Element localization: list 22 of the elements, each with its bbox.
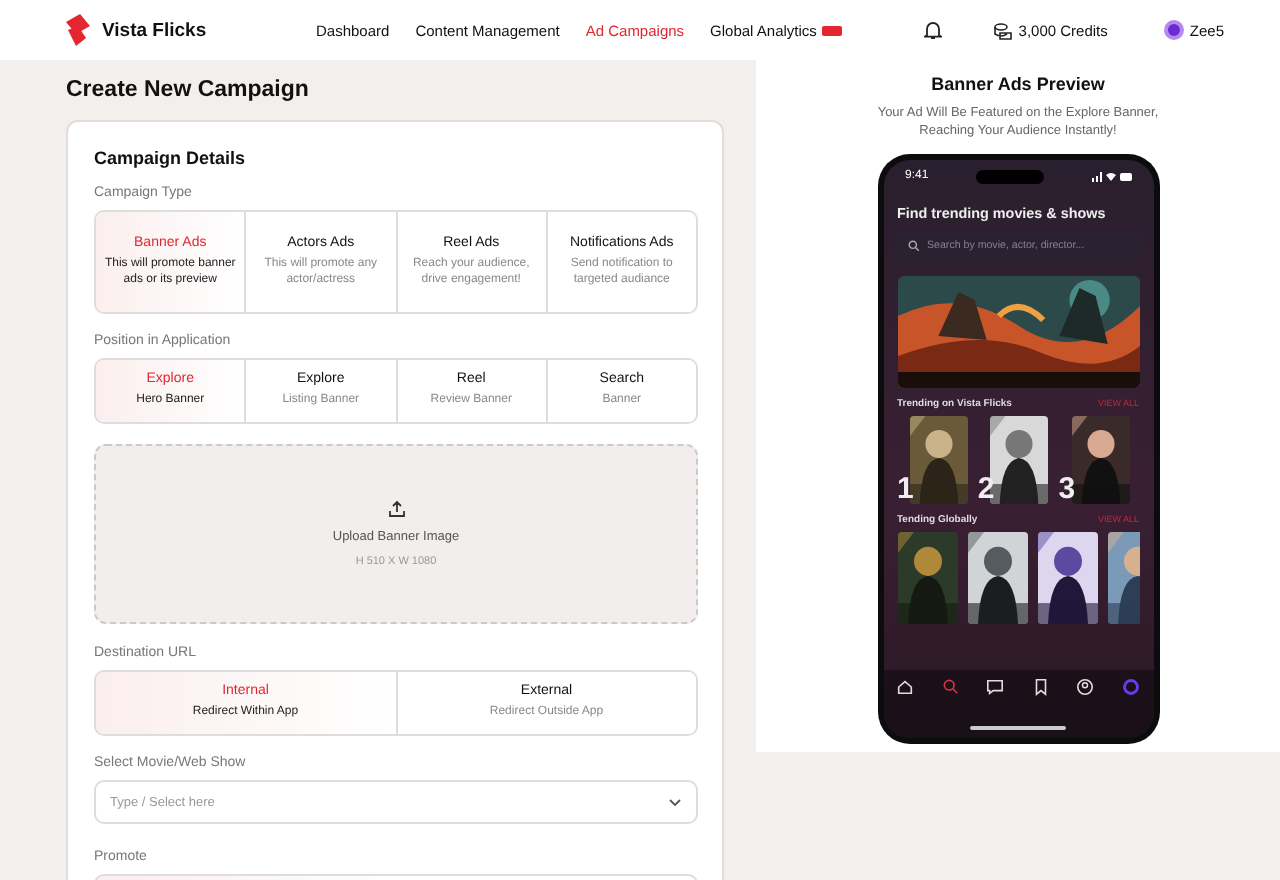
avatar-icon[interactable] [1121, 677, 1140, 696]
profile-icon[interactable] [1076, 677, 1095, 696]
brand-name: Vista Flicks [102, 19, 207, 41]
chevron-down-icon [668, 797, 682, 807]
avatar-icon[interactable] [1163, 20, 1184, 40]
bell-icon[interactable] [924, 20, 943, 40]
page-title: Create New Campaign [66, 78, 311, 102]
rank-number: 1 [897, 476, 914, 504]
bookmark-icon[interactable] [1031, 677, 1050, 696]
search-icon[interactable] [941, 677, 960, 696]
logo-icon [64, 14, 92, 46]
search-icon [907, 240, 919, 253]
dynamic-island [975, 169, 1044, 184]
chat-icon[interactable] [986, 677, 1005, 696]
home-icon[interactable] [896, 677, 915, 696]
rank-number: 2 [977, 476, 995, 504]
section-title: Campaign Details [94, 148, 248, 168]
coins-icon [994, 21, 1013, 39]
rank-number: 3 [1058, 476, 1076, 504]
status-icons [1091, 171, 1131, 182]
preview-title: Banner Ads Preview [931, 74, 1105, 94]
upload-icon [387, 500, 405, 518]
